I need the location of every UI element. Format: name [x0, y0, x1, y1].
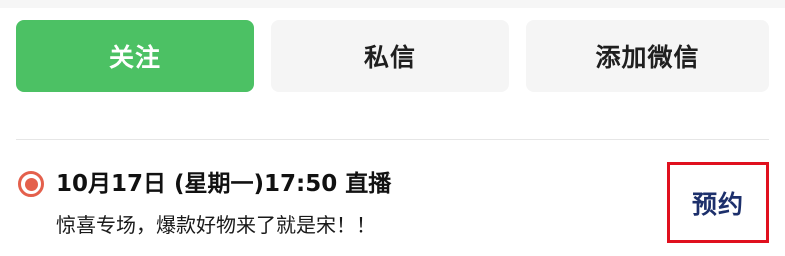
- live-description: 惊喜专场，爆款好物来了就是宋！！: [56, 213, 376, 237]
- private-message-button[interactable]: 私信: [271, 20, 509, 92]
- reserve-highlight-box: 预约: [667, 162, 769, 243]
- profile-action-panel: 关注 私信 添加微信 10月17日 (星期一)17:50 直播 惊喜专场，爆款好…: [0, 0, 785, 256]
- live-record-icon: [18, 171, 44, 197]
- top-separator: [0, 0, 785, 8]
- live-schedule-title: 10月17日 (星期一)17:50 直播: [56, 171, 392, 197]
- section-divider: [16, 139, 769, 140]
- reserve-button[interactable]: 预约: [692, 185, 744, 221]
- live-record-icon-dot: [24, 177, 38, 191]
- follow-button[interactable]: 关注: [16, 20, 254, 92]
- add-wechat-button[interactable]: 添加微信: [526, 20, 769, 92]
